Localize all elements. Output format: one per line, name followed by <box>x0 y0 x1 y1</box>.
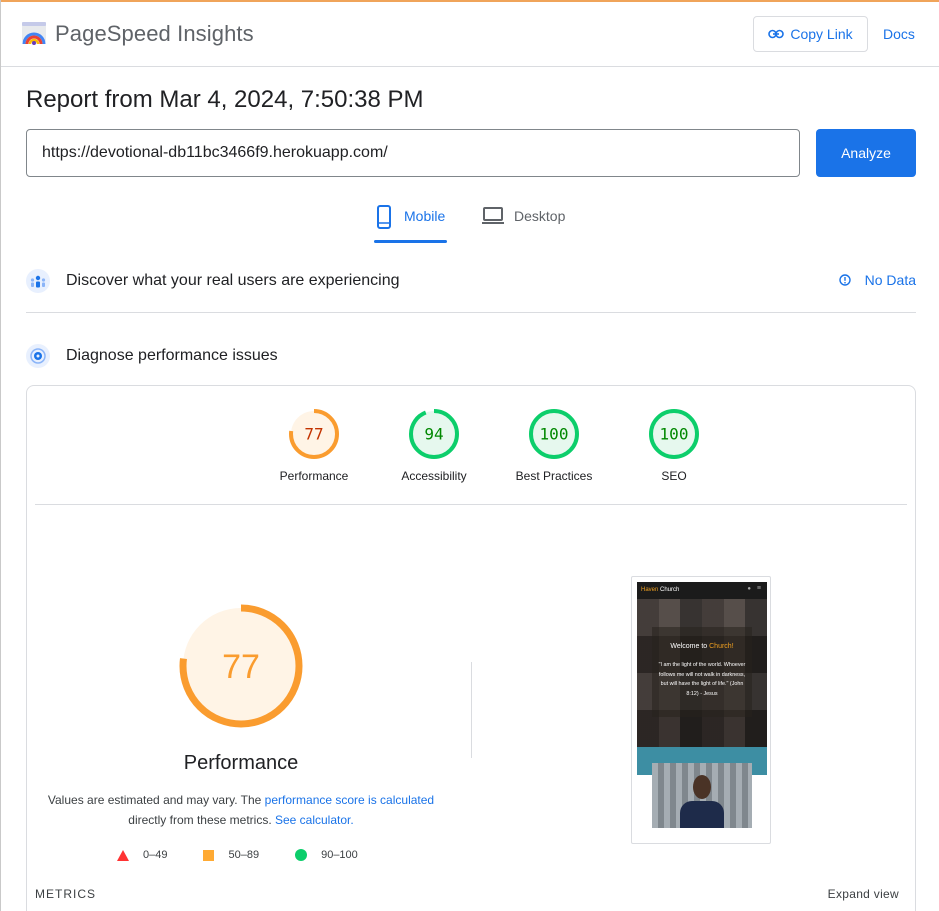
performance-title: Performance <box>183 752 299 774</box>
lab-data-title: Diagnose performance issues <box>66 347 278 364</box>
performance-big-score: 77 <box>222 648 260 686</box>
gauge-accessibility-ring: 94 <box>409 409 459 459</box>
user-icon: ● <box>747 586 751 592</box>
users-icon <box>26 269 50 293</box>
tab-desktop[interactable]: Desktop <box>482 205 565 243</box>
link-icon <box>768 29 785 39</box>
tab-mobile-label: Mobile <box>404 208 446 224</box>
gauge-seo-score: 100 <box>660 425 689 444</box>
gauge-accessibility-label: Accessibility <box>401 469 467 483</box>
lab-report-card: 77 Performance 94 Accessibility 100 Best… <box>26 385 916 911</box>
legend-fail-range: 0–49 <box>143 849 168 861</box>
note-middle: directly from these metrics. <box>128 813 275 827</box>
gauge-best-practices-ring: 100 <box>529 409 579 459</box>
mobile-phone-icon <box>377 205 391 229</box>
info-icon <box>838 274 851 286</box>
docs-link[interactable]: Docs <box>883 26 915 42</box>
field-data-section: Discover what your real users are experi… <box>26 266 916 296</box>
diagnose-icon <box>26 344 50 368</box>
score-legend: 0–49 50–89 90–100 <box>117 849 358 861</box>
gauge-best-practices-label: Best Practices <box>515 469 593 483</box>
report-title: Report from Mar 4, 2024, 7:50:38 PM <box>26 86 424 113</box>
screenshot-hero: Welcome to Church! "I am the light of th… <box>637 599 767 747</box>
orange-square-icon <box>203 849 215 861</box>
gauge-seo-label: SEO <box>661 469 687 483</box>
gauge-best-practices[interactable]: 100 Best Practices <box>494 408 614 483</box>
legend-average-range: 50–89 <box>228 849 260 861</box>
score-calculated-link[interactable]: performance score is calculated <box>265 793 434 807</box>
card-divider <box>35 504 907 505</box>
url-input[interactable] <box>26 129 800 177</box>
window-edge <box>0 0 1 911</box>
section-divider <box>26 312 916 313</box>
tab-mobile[interactable]: Mobile <box>374 205 447 243</box>
app-brand: PageSpeed Insights <box>55 21 254 46</box>
welcome-prefix: Welcome to <box>670 643 710 650</box>
pagespeed-logo-icon <box>22 22 46 45</box>
red-triangle-icon <box>117 849 129 861</box>
screenshot-navbar: Haven Church ● ≡ <box>637 582 767 599</box>
expand-view-button[interactable]: Expand view <box>828 887 899 901</box>
metrics-label: METRICS <box>35 887 96 901</box>
menu-icon: ≡ <box>756 585 761 592</box>
screenshot-brand-highlight: Haven <box>641 587 659 593</box>
gauge-seo[interactable]: 100 SEO <box>614 408 734 483</box>
active-tab-indicator <box>374 240 447 243</box>
see-calculator-link[interactable]: See calculator. <box>275 813 354 827</box>
tab-desktop-label: Desktop <box>514 208 566 224</box>
gauge-seo-ring: 100 <box>649 409 699 459</box>
lab-data-section: Diagnose performance issues <box>26 341 916 371</box>
screenshot-brand-rest: Church <box>658 587 680 593</box>
app-header: PageSpeed Insights Copy Link Docs <box>1 2 939 67</box>
gauge-performance-ring: 77 <box>289 409 339 459</box>
copy-link-button[interactable]: Copy Link <box>753 16 868 52</box>
copy-link-label: Copy Link <box>790 26 853 42</box>
legend-fail: 0–49 <box>117 849 167 861</box>
gauge-performance-score: 77 <box>304 425 323 444</box>
performance-note: Values are estimated and may vary. The p… <box>27 790 455 830</box>
green-circle-icon <box>295 849 308 861</box>
welcome-highlight: Church! <box>709 643 734 650</box>
screenshot-welcome: Welcome to Church! <box>637 643 767 650</box>
gauge-performance-label: Performance <box>279 469 349 483</box>
screenshot-quote: "I am the light of the world. Whoever fo… <box>658 662 746 697</box>
gauge-performance[interactable]: 77 Performance <box>254 408 374 483</box>
legend-pass-range: 90–100 <box>321 849 358 861</box>
legend-average: 50–89 <box>203 849 259 861</box>
screenshot-viewport: Haven Church ● ≡ Welcome to Church! "I a… <box>637 582 767 828</box>
desktop-laptop-icon <box>482 207 504 224</box>
vertical-separator <box>471 662 472 758</box>
performance-big-gauge: 77 <box>179 604 303 728</box>
analyze-button[interactable]: Analyze <box>816 129 916 177</box>
category-gauges: 77 Performance 94 Accessibility 100 Best… <box>254 408 734 483</box>
legend-pass: 90–100 <box>295 849 358 861</box>
no-data-label: No Data <box>864 272 916 288</box>
field-data-title: Discover what your real users are experi… <box>66 272 400 289</box>
screenshot-person-photo <box>652 763 752 828</box>
gauge-accessibility-score: 94 <box>424 425 443 444</box>
no-data-status[interactable]: No Data <box>838 272 916 288</box>
note-prefix: Values are estimated and may vary. The <box>47 793 265 807</box>
gauge-best-practices-score: 100 <box>540 425 569 444</box>
gauge-accessibility[interactable]: 94 Accessibility <box>374 408 494 483</box>
page-screenshot: Haven Church ● ≡ Welcome to Church! "I a… <box>631 576 771 844</box>
